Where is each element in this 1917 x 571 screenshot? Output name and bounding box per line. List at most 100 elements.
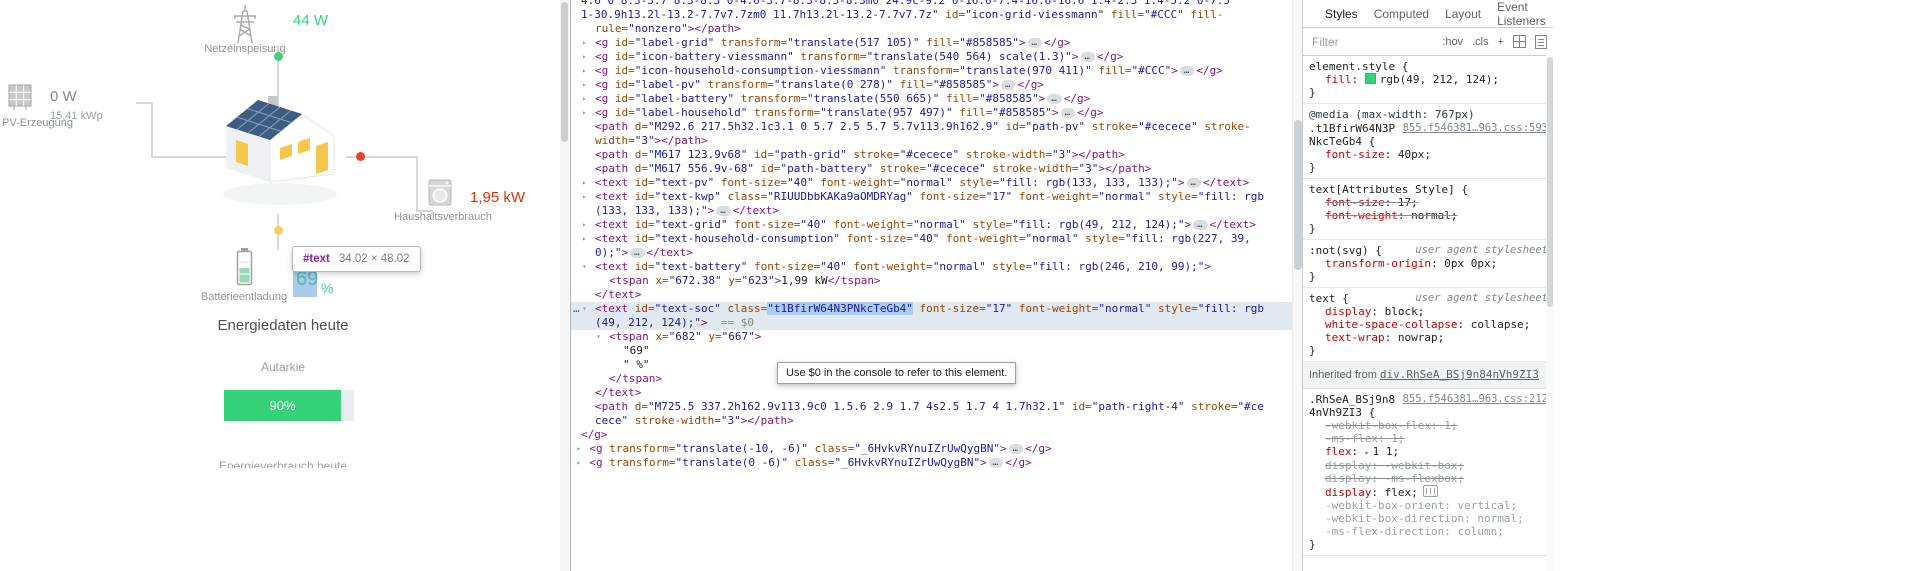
dom-tree-row[interactable]: </text> xyxy=(571,386,1302,400)
css-source-link[interactable]: 855.f546381…963.css:593 xyxy=(1403,122,1548,135)
css-property[interactable]: flex: ▸ 1 1; xyxy=(1309,445,1548,459)
dom-tree-row[interactable]: <tspan x="672.38" y="623">1,99 kW</tspan… xyxy=(571,274,1302,288)
dom-tree-row[interactable]: ▾ <tspan x="682" y="667"> xyxy=(571,330,1302,344)
dom-tree-row[interactable]: ▸ <text id="text-household-consumption" f… xyxy=(571,232,1302,246)
css-property[interactable]: display: block; xyxy=(1309,305,1548,318)
css-property[interactable]: -ms-flex: 1; xyxy=(1309,432,1548,445)
dom-tree-row[interactable]: <path d="M725.5 337.2h162.9v113.9c0 1.5.… xyxy=(571,400,1302,414)
collapsed-content-ellipsis[interactable]: … xyxy=(1047,94,1062,104)
css-property[interactable]: display: flex; xyxy=(1309,485,1548,499)
toggle-element-state-button[interactable]: :hov xyxy=(1442,36,1463,48)
collapsed-content-ellipsis[interactable]: … xyxy=(716,206,731,216)
css-property[interactable]: -webkit-box-flex: 1; xyxy=(1309,419,1548,432)
page-scrollbar[interactable] xyxy=(560,0,569,571)
tree-expand-arrow-icon[interactable]: ▸ xyxy=(582,190,595,204)
collapsed-content-ellipsis[interactable]: … xyxy=(988,458,1004,468)
tab-computed[interactable]: Computed xyxy=(1374,7,1429,21)
css-property[interactable]: -webkit-box-orient: vertical; xyxy=(1309,499,1548,512)
collapsed-content-ellipsis[interactable]: … xyxy=(1001,80,1016,90)
dom-tree-row[interactable]: "69" xyxy=(571,344,1302,358)
css-property[interactable]: font-weight: normal; xyxy=(1309,209,1548,222)
css-property[interactable]: display: -webkit-box; xyxy=(1309,459,1548,472)
dom-tree-row[interactable]: (49, 212, 124);"> == $0 xyxy=(571,316,1302,330)
css-property[interactable]: -webkit-box-direction: normal; xyxy=(1309,512,1548,525)
css-property[interactable]: text-wrap: nowrap; xyxy=(1309,331,1548,344)
dom-tree-row[interactable]: ▸ <g id="icon-household-consumption-viess… xyxy=(571,64,1302,78)
grid-overlay-icon[interactable] xyxy=(1513,35,1526,48)
dom-tree-row[interactable]: width="3"></path> xyxy=(571,134,1302,148)
css-property[interactable]: transform-origin: 0px 0px; xyxy=(1309,257,1548,270)
computed-sidebar-icon[interactable] xyxy=(1535,34,1547,49)
dom-tree-row[interactable]: ▸ <g id="label-battery" transform="transl… xyxy=(571,92,1302,106)
elements-scrollbar-thumb[interactable] xyxy=(1294,120,1302,270)
collapsed-content-ellipsis[interactable]: … xyxy=(1008,444,1024,454)
dom-tree-row[interactable]: ▸ <g transform="translate(0 -6)" class="_… xyxy=(571,456,1302,470)
dom-tree-row[interactable]: … ▾ <text id="text-soc" class="t1BfirW64N3… xyxy=(571,302,1302,316)
dom-tree-row[interactable]: </text> xyxy=(571,288,1302,302)
dom-tree-row[interactable]: ▸ <g id="label-grid" transform="translate… xyxy=(571,36,1302,50)
rule-selector[interactable]: .RhSeA_BSj9n84nVh9ZI3 xyxy=(1309,393,1395,419)
elements-scrollbar[interactable] xyxy=(1292,0,1302,571)
dom-tree-row[interactable]: 0);">… </text> xyxy=(571,246,1302,260)
styles-scrollbar-thumb[interactable] xyxy=(1547,57,1553,307)
dom-tree-row[interactable]: ▾ <text id="text-battery" font-size="40" … xyxy=(571,260,1302,274)
color-swatch[interactable] xyxy=(1364,73,1376,84)
dom-tree-row[interactable]: ▸ <text id="text-pv" font-size="40" font-… xyxy=(571,176,1302,190)
dom-tree-row[interactable]: </g> xyxy=(571,428,1302,442)
dom-tree-row[interactable]: cece" stroke-width="3"></path> xyxy=(571,414,1302,428)
collapsed-content-ellipsis[interactable]: … xyxy=(630,248,645,258)
tree-expand-arrow-icon[interactable]: ▸ xyxy=(576,442,589,456)
css-property[interactable]: font-size: 17; xyxy=(1309,196,1548,209)
dom-tree-row[interactable]: ▸ <g id="label-pv" transform="translate(0… xyxy=(571,78,1302,92)
tree-expand-arrow-icon[interactable]: ▸ xyxy=(576,456,589,470)
collapsed-content-ellipsis[interactable]: … xyxy=(1027,38,1042,48)
css-source-link[interactable]: 855.f546381…963.css:212 xyxy=(1403,393,1548,406)
tree-expand-arrow-icon[interactable]: ▾ xyxy=(582,302,595,316)
dom-tree-row[interactable]: ▸ <g id="icon-battery-viessmann" transfor… xyxy=(571,50,1302,64)
css-property[interactable]: fill: rgb(49, 212, 124); xyxy=(1309,73,1548,86)
collapsed-content-ellipsis[interactable]: … xyxy=(1179,66,1195,76)
dom-tree-row[interactable]: ▸ <text id="text-grid" font-size="40" fon… xyxy=(571,218,1302,232)
rule-selector[interactable]: text xyxy=(1309,292,1336,305)
tree-expand-arrow-icon[interactable]: ▸ xyxy=(582,176,595,190)
tab-layout[interactable]: Layout xyxy=(1445,7,1481,21)
css-property[interactable]: white-space-collapse: collapse; xyxy=(1309,318,1548,331)
inherited-node-link[interactable]: div.RhSeA_BSj9n84nVh9ZI3 xyxy=(1380,368,1539,381)
styles-filter-input[interactable] xyxy=(1310,33,1406,50)
dom-tree-row[interactable]: 4.6 0 8.3-3.7 8.3-8.3 0-4.6-3.7-8.3-8.3-… xyxy=(571,0,1302,8)
dom-tree-row[interactable]: <path d="M292.6 217.5h32.1c3.1 0 5.7 2.5… xyxy=(571,120,1302,134)
flex-badge-icon[interactable] xyxy=(1422,485,1438,497)
shorthand-expand-icon[interactable]: ▸ xyxy=(1365,448,1370,457)
collapsed-content-ellipsis[interactable]: … xyxy=(1060,108,1076,118)
css-property[interactable]: display: -ms-flexbox; xyxy=(1309,472,1548,485)
tree-expand-arrow-icon[interactable]: ▸ xyxy=(582,218,595,232)
page-scrollbar-thumb[interactable] xyxy=(561,2,568,142)
css-property[interactable]: -ms-flex-direction: column; xyxy=(1309,525,1548,538)
rule-selector[interactable]: text[Attributes Style] xyxy=(1309,183,1455,196)
new-style-rule-button[interactable]: + xyxy=(1498,36,1504,48)
dom-tree[interactable]: 4.6 0 8.3-3.7 8.3-8.3 0-4.6-3.7-8.3-8.3-… xyxy=(571,0,1302,470)
tree-expand-arrow-icon[interactable]: ▸ xyxy=(582,78,595,92)
dom-tree-row[interactable]: <path d="M617 123.9v68" id="path-grid" s… xyxy=(571,148,1302,162)
collapsed-content-ellipsis[interactable]: … xyxy=(1186,178,1201,188)
dom-tree-row[interactable]: (133, 133, 133);">… </text> xyxy=(571,204,1302,218)
tree-expand-arrow-icon[interactable]: ▸ xyxy=(582,64,595,78)
rule-selector[interactable]: .t1BfirW64N3PNkcTeGb4 xyxy=(1309,122,1395,148)
element-classes-button[interactable]: .cls xyxy=(1472,36,1489,48)
rule-selector[interactable]: element.style xyxy=(1309,60,1395,73)
styles-scrollbar[interactable] xyxy=(1546,55,1554,571)
dom-tree-row[interactable]: ▸ <g transform="translate(-10, -6)" class… xyxy=(571,442,1302,456)
tree-expand-arrow-icon[interactable]: ▸ xyxy=(582,36,595,50)
tree-expand-arrow-icon[interactable]: ▸ xyxy=(582,106,595,120)
collapsed-content-ellipsis[interactable]: … xyxy=(1080,52,1095,62)
tab-styles[interactable]: Styles xyxy=(1325,7,1358,21)
tree-expand-arrow-icon[interactable]: ▸ xyxy=(582,50,595,64)
rule-selector[interactable]: :not(svg) xyxy=(1309,244,1369,257)
dom-tree-row[interactable]: <path d="M617 556.9v-68" id="path-batter… xyxy=(571,162,1302,176)
dom-tree-row[interactable]: rule="nonzero"></path> xyxy=(571,22,1302,36)
tree-expand-arrow-icon[interactable]: ▸ xyxy=(582,232,595,246)
dom-tree-row[interactable]: ▸ <text id="text-kwp" class="RIUUDbbKAKa9… xyxy=(571,190,1302,204)
dom-tree-row[interactable]: 1-30.9h13.2l-13.2-7.7v7.7zm0 11.7h13.2l-… xyxy=(571,8,1302,22)
collapsed-content-ellipsis[interactable]: … xyxy=(1193,220,1208,230)
tab-event-listeners[interactable]: Event Listeners xyxy=(1497,0,1546,28)
